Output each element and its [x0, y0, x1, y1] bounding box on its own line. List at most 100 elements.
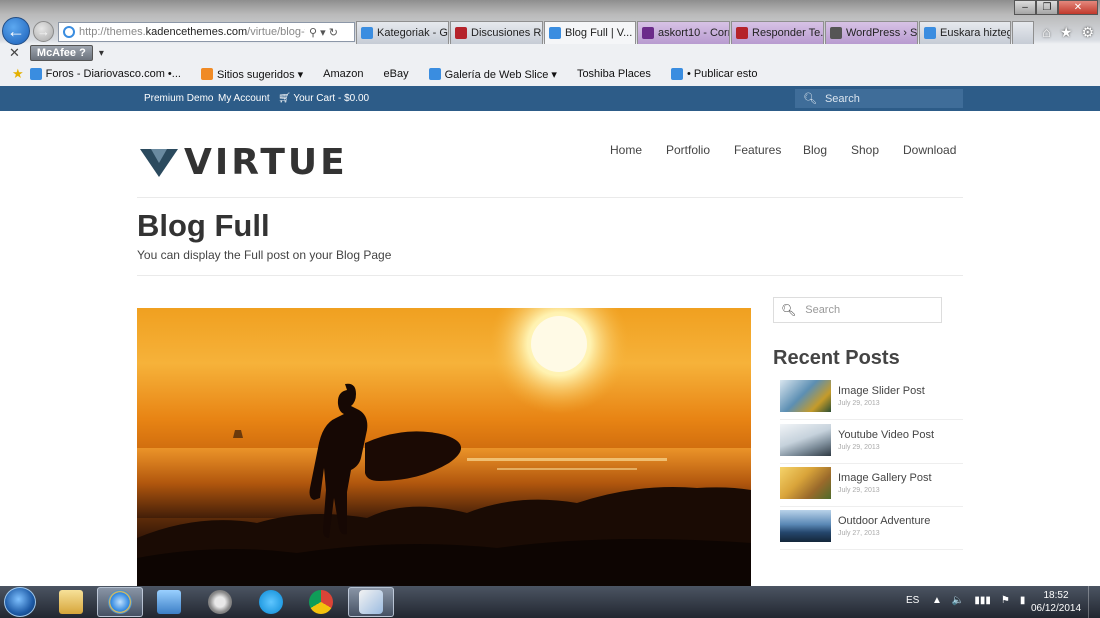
close-window-button[interactable]: ✕: [1058, 0, 1098, 15]
post-title[interactable]: Outdoor Adventure: [838, 515, 930, 527]
post-thumbnail[interactable]: [780, 424, 831, 456]
action-center-flag-icon[interactable]: ⚑: [1001, 595, 1010, 606]
post-title[interactable]: Youtube Video Post: [838, 429, 934, 441]
site-topbar: Premium Demo My Account 🛒︎ Your Cart - $…: [0, 86, 1100, 111]
favorite-web-slice-gallery[interactable]: Galería de Web Slice ▾: [428, 68, 557, 81]
my-account-link[interactable]: My Account: [218, 93, 270, 104]
recent-post-item[interactable]: Image Gallery Post July 29, 2013: [780, 467, 963, 507]
close-toolbar-icon[interactable]: ✕: [9, 45, 20, 61]
home-icon[interactable]: ⌂: [1042, 24, 1050, 41]
nav-download[interactable]: Download: [903, 143, 956, 157]
tab-favicon-icon: [830, 27, 842, 39]
nav-features[interactable]: Features: [734, 143, 781, 157]
gear-icon[interactable]: ⚙: [1081, 24, 1094, 41]
favorite-toshiba-places[interactable]: Toshiba Places: [577, 68, 651, 80]
new-tab-button[interactable]: [1012, 21, 1034, 44]
tab-favicon-icon: [361, 27, 373, 39]
tray-icons: ▲ 🔈 ▮▮▮ ⚑ ▮: [932, 595, 1025, 606]
browser-chrome: – ❐ ✕ ← → http://themes.kadencethemes.co…: [0, 0, 1100, 86]
recent-post-item[interactable]: Youtube Video Post July 29, 2013: [780, 424, 963, 464]
taskbar-skype[interactable]: [248, 587, 294, 617]
post-title[interactable]: Image Slider Post: [838, 385, 925, 397]
tab-euskara[interactable]: Euskara hiztegi...: [919, 21, 1011, 44]
post-thumbnail[interactable]: [780, 380, 831, 412]
page-title: Blog Full: [137, 208, 270, 243]
language-indicator[interactable]: ES: [906, 595, 919, 606]
post-thumbnail[interactable]: [780, 510, 831, 542]
nav-shop[interactable]: Shop: [851, 143, 879, 157]
ie-icon: [108, 590, 132, 614]
address-url[interactable]: http://themes.kadencethemes.com/virtue/b…: [79, 26, 305, 38]
address-controls[interactable]: ⚲ ▾ ↻: [309, 26, 338, 39]
maximize-button[interactable]: ❐: [1036, 0, 1058, 15]
sidebar-search-input[interactable]: 🔍︎ Search: [773, 297, 942, 323]
tab-blog-full[interactable]: Blog Full | V...✕: [544, 21, 636, 44]
taskbar-clock[interactable]: 18:52 06/12/2014: [1030, 589, 1082, 615]
post-date: July 29, 2013: [838, 487, 880, 494]
taskbar-paint[interactable]: [348, 587, 394, 617]
favorites-star-add-icon[interactable]: ★: [12, 66, 24, 82]
minimize-button[interactable]: –: [1014, 0, 1036, 15]
skype-icon: [259, 590, 283, 614]
tab-askort10[interactable]: askort10 - Corr...: [637, 21, 730, 44]
battery-icon[interactable]: ▮: [1020, 595, 1026, 606]
logo-triangle-icon: [140, 148, 178, 177]
nav-portfolio[interactable]: Portfolio: [666, 143, 710, 157]
address-bar[interactable]: http://themes.kadencethemes.com/virtue/b…: [58, 22, 355, 42]
back-button[interactable]: ←: [2, 17, 30, 45]
tab-favicon-icon: [736, 27, 748, 39]
mcafee-button[interactable]: McAfee ?: [29, 45, 93, 61]
media-player-icon: [157, 590, 181, 614]
show-desktop-button[interactable]: [1088, 586, 1100, 618]
recent-posts-heading: Recent Posts: [773, 347, 900, 369]
nav-home[interactable]: Home: [610, 143, 642, 157]
tab-favicon-icon: [924, 27, 936, 39]
taskbar-app-circle[interactable]: [197, 587, 243, 617]
favicon-icon: [200, 68, 213, 80]
tab-discusiones[interactable]: Discusiones Re...: [450, 21, 543, 44]
show-hidden-icons-icon[interactable]: ▲: [932, 595, 942, 606]
mcafee-dropdown-icon[interactable]: ▾: [99, 48, 104, 59]
site-logo[interactable]: VIRTUE: [140, 142, 348, 183]
favorites-star-icon[interactable]: ★: [1060, 24, 1073, 41]
post-date: July 29, 2013: [838, 444, 880, 451]
favorites-bar: ★ Foros - Diariovasco.com •... Sitios su…: [0, 63, 1100, 85]
arrow-left-icon: ←: [7, 20, 25, 41]
recent-post-item[interactable]: Image Slider Post July 29, 2013: [780, 380, 963, 420]
disc-icon: [208, 590, 232, 614]
tab-responder[interactable]: Responder Te...: [731, 21, 824, 44]
favorite-diariovasco[interactable]: Foros - Diariovasco.com •...: [29, 68, 181, 80]
forward-button[interactable]: →: [33, 21, 54, 42]
post-title[interactable]: Image Gallery Post: [838, 472, 932, 484]
page-subtitle: You can display the Full post on your Bl…: [137, 248, 392, 262]
network-signal-icon[interactable]: ▮▮▮: [974, 595, 991, 606]
taskbar-explorer[interactable]: [48, 587, 94, 617]
chrome-icon: [309, 590, 333, 614]
nav-blog[interactable]: Blog: [803, 143, 827, 157]
volume-icon[interactable]: 🔈: [952, 595, 964, 606]
header-divider: [137, 197, 963, 198]
taskbar-internet-explorer[interactable]: [97, 587, 143, 617]
clock-date: 06/12/2014: [1030, 603, 1082, 614]
start-button[interactable]: [4, 587, 36, 617]
premium-demo-link[interactable]: Premium Demo: [144, 93, 213, 104]
clock-time: 18:52: [1043, 590, 1069, 601]
favorite-ebay[interactable]: eBay: [384, 68, 409, 80]
favorite-amazon[interactable]: Amazon: [323, 68, 363, 80]
logo-text: VIRTUE: [184, 142, 348, 183]
tab-kategoriak[interactable]: Kategoriak - G...: [356, 21, 449, 44]
tab-wordpress[interactable]: WordPress › Su...: [825, 21, 918, 44]
favicon-icon: [428, 68, 441, 80]
favorite-sitios-sugeridos[interactable]: Sitios sugeridos ▾: [200, 68, 303, 81]
tab-strip: Kategoriak - G... Discusiones Re... Blog…: [356, 21, 1035, 44]
tab-favicon-icon: [455, 27, 467, 39]
post-date: July 27, 2013: [838, 530, 880, 537]
post-thumbnail[interactable]: [780, 467, 831, 499]
favorite-publicar-esto[interactable]: • Publicar esto: [670, 68, 757, 80]
cart-link[interactable]: 🛒︎ Your Cart - $0.00: [278, 93, 369, 104]
recent-post-item[interactable]: Outdoor Adventure July 27, 2013: [780, 510, 963, 550]
taskbar-chrome[interactable]: [298, 587, 344, 617]
taskbar-media-player[interactable]: [146, 587, 192, 617]
blog-hero-image[interactable]: [137, 308, 751, 586]
topbar-search-input[interactable]: 🔍︎ Search: [795, 89, 963, 108]
